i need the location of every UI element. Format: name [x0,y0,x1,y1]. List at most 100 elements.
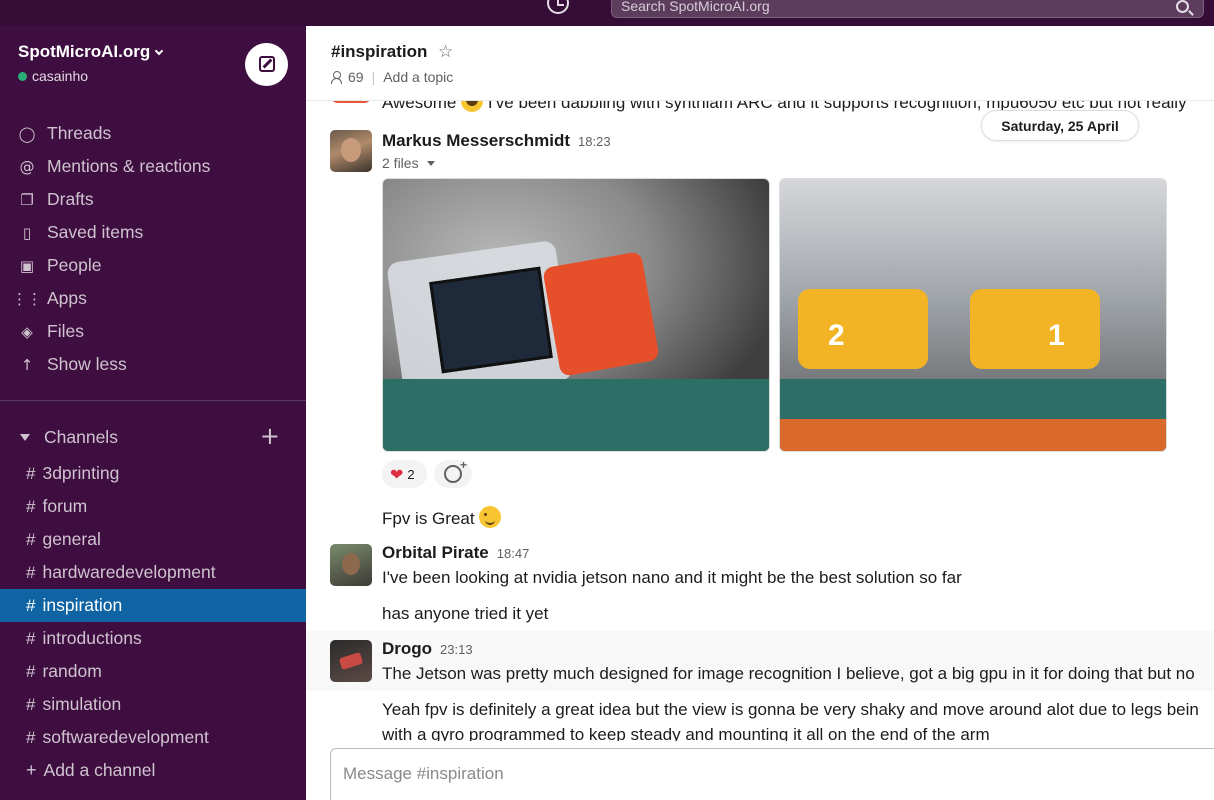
arrow-up-icon: ↑ [20,355,34,374]
heart-icon: ❤ [390,464,404,484]
hash-icon: # [26,727,36,747]
message-text-body: Fpv is Great [382,509,475,528]
avatar[interactable] [330,640,372,682]
search-input[interactable]: Search SpotMicroAI.org [611,0,1204,18]
compose-icon [259,56,275,72]
avatar[interactable] [330,101,372,103]
channel-item-simulation[interactable]: # simulation [0,688,306,721]
search-icon[interactable] [1176,0,1189,13]
message-time[interactable]: 18:23 [578,134,611,149]
nav-item-people[interactable]: ▣ People [0,249,306,282]
message-input[interactable]: Message #inspiration [343,764,504,784]
apps-icon: ⋮⋮ [12,289,42,308]
people-icon: ▣ [19,256,35,275]
add-topic-link[interactable]: Add a topic [383,69,453,85]
top-bar: Search SpotMicroAI.org [0,0,1214,26]
channel-item-introductions[interactable]: # introductions [0,622,306,655]
nav-item-drafts[interactable]: ❐ Drafts [0,183,306,216]
member-count[interactable]: 69 [348,69,364,85]
nav-item-label: Saved items [47,222,144,242]
message-text-start: Awesome [382,101,457,112]
message-time[interactable]: 18:47 [497,546,530,561]
image-attachment[interactable] [382,178,770,452]
message-header: Markus Messerschmidt 18:23 [382,131,611,151]
star-icon[interactable]: ☆ [438,42,453,62]
channel-item-forum[interactable]: # forum [0,490,306,523]
nav-item-label: Files [47,321,84,341]
sidebar: SpotMicroAI.org casainho ◯ Threads @ Menti… [0,26,306,800]
channels-section-toggle[interactable]: Channels + [0,422,306,452]
hash-icon: # [26,694,36,714]
history-clock-icon[interactable] [547,0,569,14]
avatar[interactable] [330,130,372,172]
avatar[interactable] [330,544,372,586]
laughing-emoji-icon [461,101,484,112]
channel-title[interactable]: #inspiration [331,42,427,62]
nav-item-show-less[interactable]: ↑ Show less [0,348,306,381]
hash-icon: # [26,562,36,582]
channel-item-3dprinting[interactable]: #3dprinting [0,457,306,490]
message-time[interactable]: 23:13 [440,642,473,657]
compose-button[interactable] [245,43,288,86]
member-icon [331,71,342,84]
bookmark-icon: ▯ [22,223,32,242]
nav-item-files[interactable]: ◈ Files [0,315,306,348]
message-text: I've been looking at nvidia jetson nano … [382,568,962,587]
plus-icon: + [26,760,37,780]
search-placeholder: Search SpotMicroAI.org [621,0,770,14]
files-label: 2 files [382,155,419,171]
add-reaction-icon [444,458,467,483]
files-toggle[interactable]: 2 files [382,155,435,171]
channel-item-random[interactable]: # random [0,655,306,688]
hash-icon: # [26,463,36,483]
meta-separator: | [371,69,376,85]
presence-icon [18,72,27,81]
nav-item-label: Threads [47,123,112,143]
current-user[interactable]: casainho [18,68,88,84]
nav-item-threads[interactable]: ◯ Threads [0,117,306,150]
channel-item-inspiration[interactable]: # inspiration [0,589,306,622]
date-divider[interactable]: Saturday, 25 April [981,110,1139,141]
chevron-down-icon [154,46,164,56]
message-text: Fpv is Great [382,506,502,529]
nav-item-label: Drafts [47,189,94,209]
add-channel-label: Add a channel [43,760,156,780]
sender-name[interactable]: Markus Messerschmidt [382,131,570,150]
image-content [798,289,928,369]
message-composer[interactable]: Message #inspiration [330,748,1214,800]
hash-icon: # [26,496,36,516]
channel-item-softwaredevelopment[interactable]: # softwaredevelopment [0,721,306,754]
nav-item-saved-items[interactable]: ▯ Saved items [0,216,306,249]
image-content [970,289,1100,369]
channel-name: general [42,529,101,549]
channel-name: simulation [42,694,122,714]
workspace-name: SpotMicroAI.org [18,42,151,61]
message-text: Yeah fpv is definitely a great idea but … [382,700,1199,719]
image-content [542,251,660,377]
channel-name: introductions [42,628,142,648]
channels-header-label: Channels [44,426,118,447]
channel-item-general[interactable]: # general [0,523,306,556]
sender-name[interactable]: Drogo [382,639,432,658]
workspace-menu[interactable]: SpotMicroAI.org [18,42,164,62]
wink-emoji-icon [479,506,502,528]
image-attachment[interactable]: 2 1 [779,178,1167,452]
image-content: 1 [1048,319,1065,352]
add-reaction-button[interactable] [434,458,472,488]
reaction-heart[interactable]: ❤ 2 [382,460,427,488]
hash-icon: # [26,661,36,681]
image-content [429,266,553,374]
hash-icon: # [26,529,36,549]
add-channel-button[interactable]: + Add a channel [0,754,306,787]
image-content: 2 [828,319,845,352]
at-icon: @ [19,157,35,176]
channel-name: inspiration [42,595,123,615]
nav-item-mentions[interactable]: @ Mentions & reactions [0,150,306,183]
nav-item-apps[interactable]: ⋮⋮ Apps [0,282,306,315]
sidebar-nav: ◯ Threads @ Mentions & reactions ❐ Drafts ▯… [0,117,306,381]
current-user-name: casainho [32,68,89,84]
channel-item-hardwaredevelopment[interactable]: # hardwaredevelopment [0,556,306,589]
sender-name[interactable]: Orbital Pirate [382,543,489,562]
add-channel-plus-icon[interactable]: + [260,424,280,448]
nav-item-label: Mentions & reactions [47,156,211,176]
